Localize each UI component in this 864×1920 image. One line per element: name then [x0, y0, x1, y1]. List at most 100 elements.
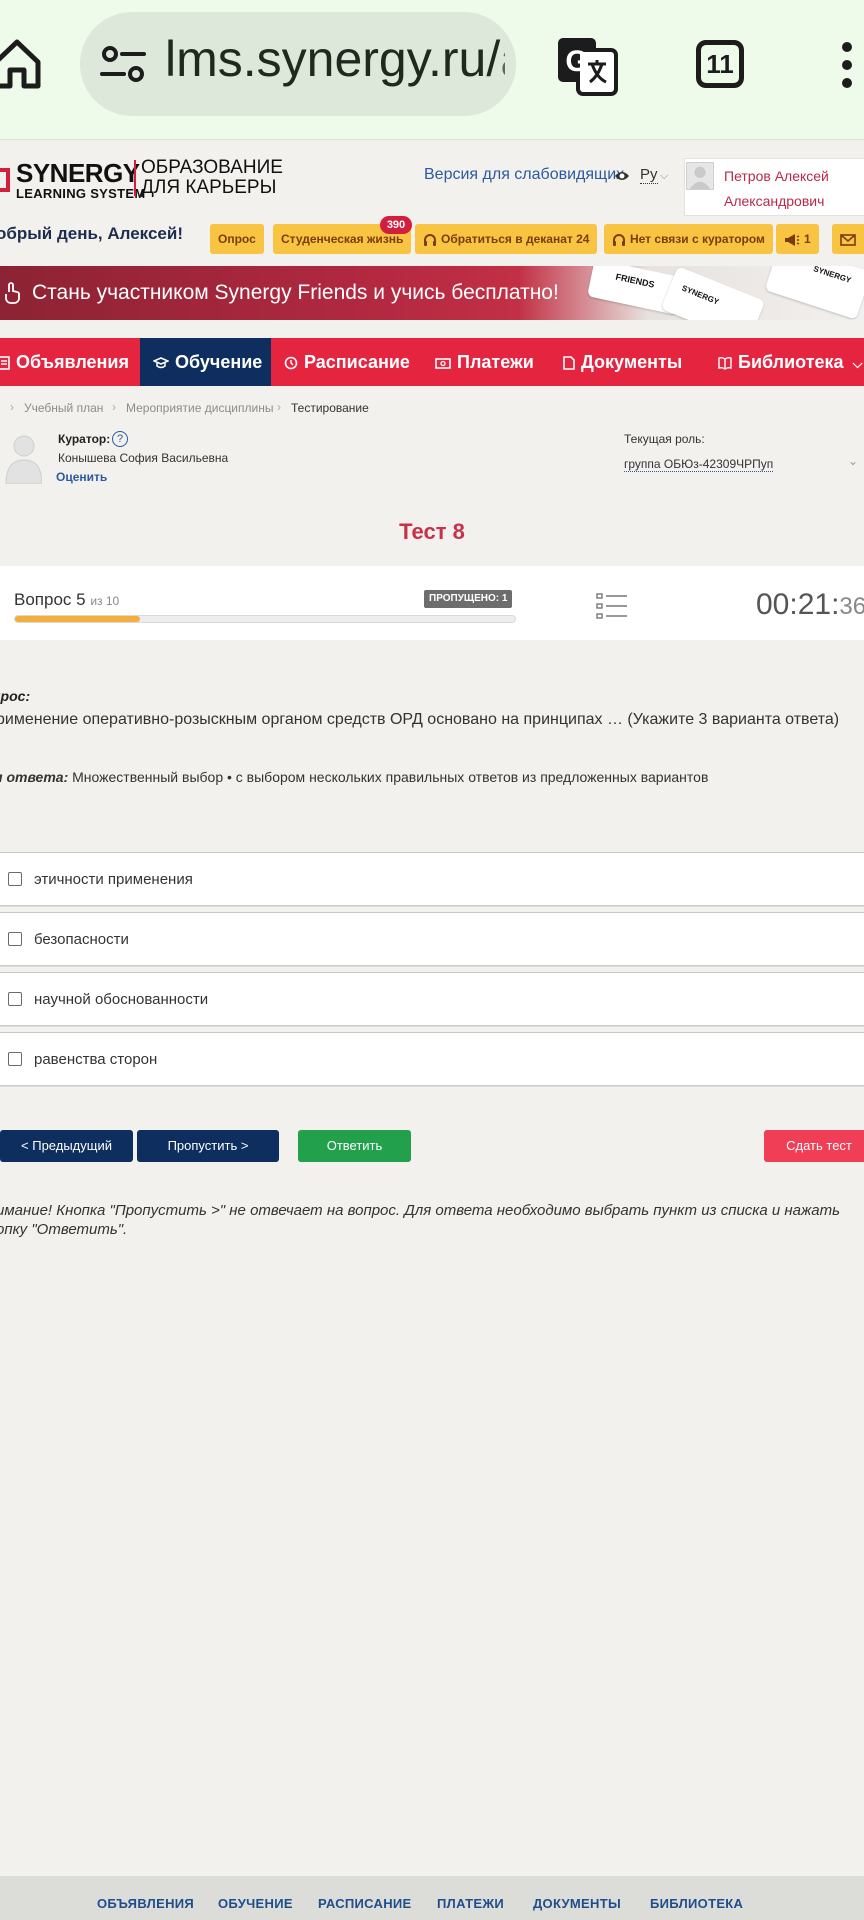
- curator-avatar: [2, 430, 42, 484]
- language-selector[interactable]: Ру: [640, 166, 658, 184]
- logo-title: SYNERGY: [16, 158, 140, 188]
- skipped-badge: ПРОПУЩЕНО: 1: [424, 590, 513, 608]
- footer-link-documents[interactable]: ДОКУМЕНТЫ: [533, 1896, 621, 1911]
- logo-tagline: ОБРАЗОВАНИЕ ДЛЯ КАРЬЕРЫ: [141, 158, 283, 198]
- option-label[interactable]: безопасности: [34, 931, 129, 948]
- question-total: из 10: [90, 594, 120, 608]
- breadcrumb-separator: ›: [10, 400, 14, 414]
- footer-link-learning[interactable]: ОБУЧЕНИЕ: [218, 1896, 293, 1911]
- question-number-label: Вопрос 5: [14, 590, 86, 609]
- footer-link-schedule[interactable]: РАСПИСАНИЕ: [318, 1896, 412, 1911]
- answer-type-value: Множественный выбор • с выбором нескольк…: [72, 769, 709, 785]
- tagline-line-1: ОБРАЗОВАНИЕ: [141, 157, 283, 178]
- headset-icon: [613, 233, 625, 246]
- curator-name: Конышева София Васильевна: [58, 451, 229, 465]
- site-settings-icon[interactable]: [100, 44, 146, 84]
- mail-icon: [840, 234, 856, 246]
- previous-button[interactable]: < Предыдущий: [0, 1130, 133, 1162]
- nav-payments[interactable]: Платежи: [435, 338, 534, 386]
- nav-schedule[interactable]: Расписание: [284, 338, 410, 386]
- nav-payments-label: Платежи: [457, 352, 534, 372]
- notification-badge: 390: [380, 216, 412, 234]
- survey-chip[interactable]: Опрос: [210, 224, 264, 254]
- answer-type-label: п ответа:: [0, 769, 69, 785]
- home-icon[interactable]: [0, 36, 42, 90]
- answer-option[interactable]: безопасности: [0, 912, 864, 966]
- list-icon: [0, 356, 10, 370]
- rate-curator-link[interactable]: Оценить: [56, 470, 107, 484]
- chevron-down-icon: ⌵: [660, 170, 669, 182]
- survey-label: Опрос: [218, 232, 256, 246]
- question-heading: прос:: [0, 688, 31, 704]
- tabs-count-button[interactable]: 11: [696, 40, 744, 88]
- nav-documents-label: Документы: [581, 352, 683, 372]
- option-checkbox[interactable]: [8, 992, 22, 1006]
- option-label[interactable]: научной обоснованности: [34, 991, 208, 1008]
- timer-hours-minutes: 00:21:: [756, 588, 840, 621]
- banner-card: SYNERGY: [764, 266, 864, 320]
- url-text[interactable]: lms.synergy.ru/as: [165, 30, 505, 88]
- translate-icon[interactable]: G: [556, 34, 618, 96]
- help-icon[interactable]: ?: [112, 431, 128, 447]
- progress-fill: [15, 616, 140, 622]
- book-icon: [718, 356, 732, 370]
- tap-hand-icon: [5, 282, 20, 304]
- curator-status-label: Нет связи с куратором: [630, 232, 765, 246]
- breadcrumb-separator: ›: [112, 400, 116, 414]
- footer-link-library[interactable]: БИБЛИОТЕКА: [650, 1896, 743, 1911]
- question-list-icon[interactable]: [596, 592, 628, 620]
- nav-library[interactable]: Библиотека ⌵: [718, 338, 862, 386]
- banner-card-text: FRIENDS: [614, 271, 656, 290]
- messages-chip[interactable]: [832, 224, 864, 254]
- banner-text[interactable]: Стань участником Synergy Friends и учись…: [32, 281, 559, 305]
- answer-option[interactable]: этичности применения: [0, 852, 864, 906]
- announcements-chip[interactable]: 1: [776, 224, 819, 254]
- nav-documents[interactable]: Документы: [563, 338, 682, 386]
- breadcrumb-discipline-event[interactable]: Мероприятие дисциплины: [126, 401, 273, 415]
- accessibility-version-link[interactable]: Версия для слабовидящих: [424, 166, 624, 184]
- nav-library-label: Библиотека: [738, 352, 844, 372]
- answer-button[interactable]: Ответить: [298, 1130, 411, 1162]
- megaphone-icon: [785, 233, 800, 246]
- synergy-logo[interactable]: SYNERGY LEARNING SYSTEM: [16, 160, 145, 202]
- current-role-selector[interactable]: группа ОБЮз-42309ЧРПуп: [624, 457, 774, 472]
- user-name-second[interactable]: Александрович: [724, 193, 824, 209]
- test-title: Тест 8: [399, 519, 465, 544]
- current-role-label: Текущая роль:: [624, 432, 705, 446]
- dean-office-chip[interactable]: Обратиться в деканат 24: [415, 224, 598, 254]
- option-checkbox[interactable]: [8, 932, 22, 946]
- nav-learning[interactable]: Обучение: [152, 338, 263, 386]
- chevron-down-icon: ⌵: [852, 356, 863, 371]
- submit-test-button[interactable]: Сдать тест: [764, 1130, 864, 1162]
- user-avatar[interactable]: [686, 162, 714, 190]
- logo-mark: [0, 168, 10, 192]
- option-label[interactable]: равенства сторон: [34, 1051, 157, 1068]
- option-checkbox[interactable]: [8, 872, 22, 886]
- question-text: рименение оперативно-розыскным органом с…: [0, 711, 840, 728]
- graduation-cap-icon: [152, 357, 170, 369]
- footer-link-payments[interactable]: ПЛАТЕЖИ: [437, 1896, 504, 1911]
- breadcrumb-curriculum[interactable]: Учебный план: [24, 401, 103, 415]
- banner-card-text: SYNERGY: [680, 283, 721, 307]
- curator-status-chip[interactable]: Нет связи с куратором: [604, 224, 773, 254]
- clock-icon: [284, 356, 298, 370]
- svg-text:G: G: [565, 45, 588, 78]
- headset-icon: [424, 233, 436, 246]
- nav-learning-label: Обучение: [175, 352, 263, 372]
- more-menu-icon[interactable]: [840, 40, 854, 90]
- option-label[interactable]: этичности применения: [34, 871, 193, 888]
- user-name-first[interactable]: Петров Алексей: [724, 168, 829, 184]
- answer-option[interactable]: научной обоснованности: [0, 972, 864, 1026]
- nav-announcements[interactable]: Объявления: [0, 338, 129, 386]
- answer-option[interactable]: равенства сторон: [0, 1032, 864, 1086]
- payment-icon: [435, 358, 451, 369]
- option-checkbox[interactable]: [8, 1052, 22, 1066]
- footer-link-announcements[interactable]: ОБЪЯВЛЕНИЯ: [97, 1896, 194, 1911]
- banner-card-text: SYNERGY: [812, 266, 853, 285]
- breadcrumb-testing: Тестирование: [291, 401, 369, 415]
- countdown-timer: 00:21:36: [756, 588, 864, 622]
- skip-button[interactable]: Пропустить >: [137, 1130, 279, 1162]
- nav-announcements-label: Объявления: [16, 352, 129, 372]
- announcements-count: 1: [804, 232, 811, 246]
- chevron-down-icon[interactable]: ⌄: [848, 454, 858, 468]
